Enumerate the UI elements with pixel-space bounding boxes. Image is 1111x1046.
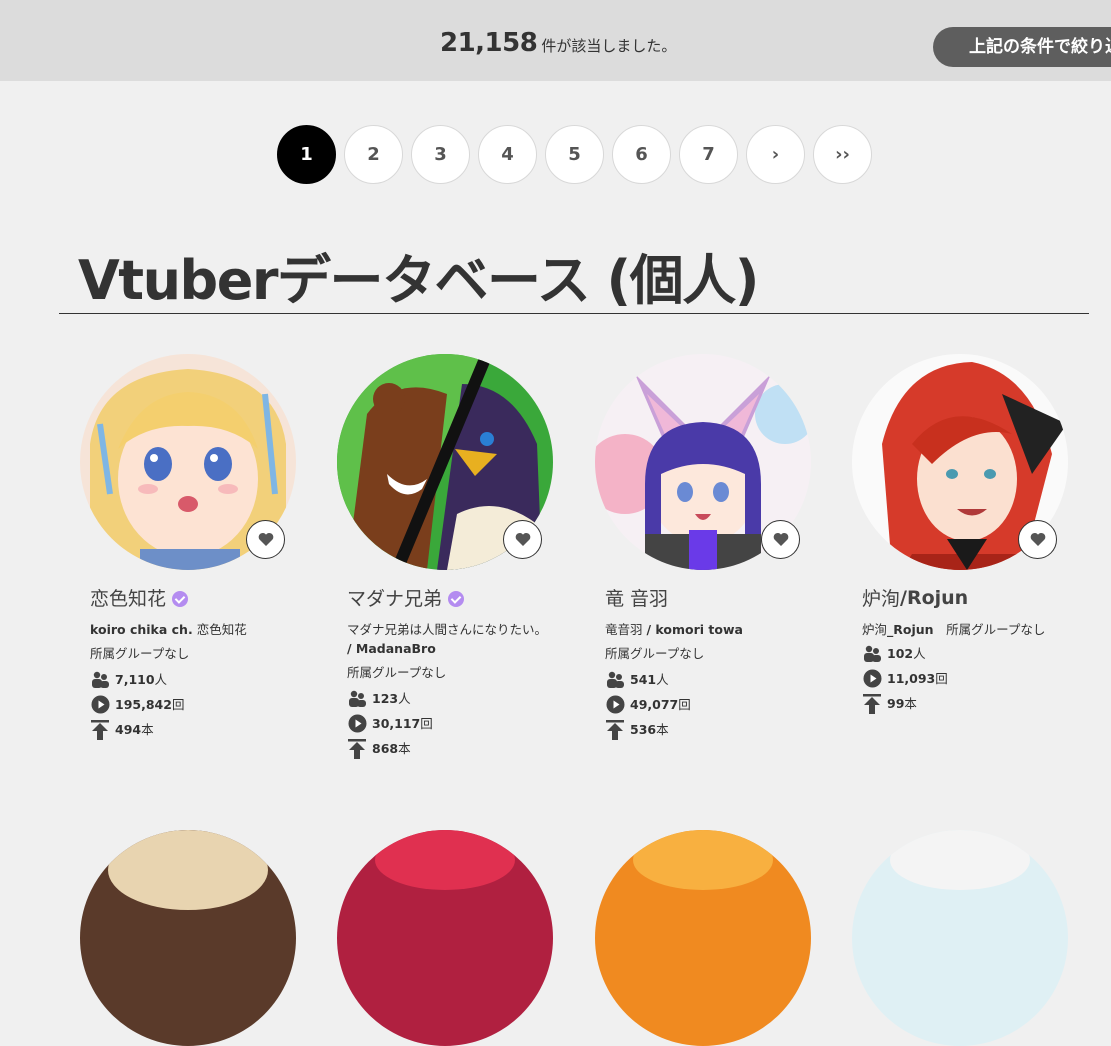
play-icon: [863, 669, 881, 688]
upload-icon: [863, 693, 881, 714]
result-suffix: 件が該当しました。: [541, 37, 677, 55]
filter-apply-button[interactable]: 上記の条件で絞り込む: [933, 27, 1111, 67]
views-stat: 195,842 回: [90, 692, 320, 717]
card-details: マダナ兄弟は人間さんになりたい。 / MadanaBro 所属グループなし 12…: [347, 620, 577, 761]
page-button-5[interactable]: 5: [545, 125, 604, 184]
page-button-6[interactable]: 6: [612, 125, 671, 184]
views-stat: 49,077 回: [605, 692, 835, 717]
people-icon: [863, 645, 881, 662]
people-icon: [348, 690, 366, 707]
last-page-button[interactable]: ››: [813, 125, 872, 184]
heart-icon: [1030, 532, 1045, 546]
heart-icon: [258, 532, 273, 546]
channel-name: koiro chika ch. 恋色知花: [90, 622, 247, 637]
videos-stat: 868 本: [347, 736, 577, 761]
page-button-1[interactable]: 1: [277, 125, 336, 184]
subscribers-stat: 7,110 人: [90, 667, 320, 692]
group-label: 所属グループなし: [605, 646, 705, 661]
page-button-2[interactable]: 2: [344, 125, 403, 184]
favorite-button[interactable]: [761, 520, 800, 559]
avatar[interactable]: [595, 830, 811, 1046]
page-button-7[interactable]: 7: [679, 125, 738, 184]
play-icon: [91, 695, 109, 714]
favorite-button[interactable]: [1018, 520, 1057, 559]
vtuber-name[interactable]: 炉洵/Rojun: [862, 584, 968, 611]
avatar[interactable]: [80, 830, 296, 1046]
next-page-button[interactable]: ›: [746, 125, 805, 184]
people-icon: [91, 671, 109, 688]
card-details: 炉洵_Rojun 所属グループなし 102 人 11,093 回 99 本: [862, 620, 1092, 716]
favorite-button[interactable]: [246, 520, 285, 559]
heart-icon: [773, 532, 788, 546]
subscribers-stat: 541 人: [605, 667, 835, 692]
vtuber-name[interactable]: マダナ兄弟: [347, 584, 465, 611]
upload-icon: [606, 719, 624, 740]
subscribers-stat: 102 人: [862, 641, 1092, 666]
card-details: 竜音羽 / komori towa 所属グループなし 541 人 49,077 回 …: [605, 620, 835, 742]
channel-name: 竜音羽 / komori towa: [605, 622, 743, 637]
views-stat: 30,117 回: [347, 711, 577, 736]
videos-stat: 494 本: [90, 717, 320, 742]
title-divider: [59, 313, 1089, 314]
play-icon: [606, 695, 624, 714]
play-icon: [348, 714, 366, 733]
subscribers-stat: 123 人: [347, 686, 577, 711]
verified-check-icon: [448, 591, 465, 607]
result-count: 21,158: [440, 28, 538, 58]
upload-icon: [348, 738, 366, 759]
group-label: 所属グループなし: [347, 665, 447, 680]
page-button-3[interactable]: 3: [411, 125, 470, 184]
favorite-button[interactable]: [503, 520, 542, 559]
heart-icon: [515, 532, 530, 546]
channel-name: マダナ兄弟は人間さんになりたい。: [347, 622, 548, 637]
group-label: 所属グループなし: [90, 646, 190, 661]
views-stat: 11,093 回: [862, 666, 1092, 691]
verified-check-icon: [172, 591, 189, 607]
card-details: koiro chika ch. 恋色知花 所属グループなし 7,110 人 195…: [90, 620, 320, 742]
result-summary: 21,158 件が該当しました。: [440, 28, 676, 58]
upload-icon: [91, 719, 109, 740]
page-title: Vtuberデータベース (個人): [78, 249, 759, 312]
videos-stat: 536 本: [605, 717, 835, 742]
result-bar: 21,158件が該当しました。 上記の条件で絞り込む: [0, 0, 1111, 81]
avatar[interactable]: [337, 830, 553, 1046]
avatar[interactable]: [852, 830, 1068, 1046]
page-button-4[interactable]: 4: [478, 125, 537, 184]
channel-name: 炉洵_Rojun 所属グループなし: [862, 622, 1046, 637]
people-icon: [606, 671, 624, 688]
channel-name-en: / MadanaBro: [347, 641, 436, 656]
pagination: 1 2 3 4 5 6 7 › ››: [277, 125, 872, 184]
vtuber-name[interactable]: 竜 音羽: [605, 584, 668, 611]
vtuber-name[interactable]: 恋色知花: [90, 584, 189, 611]
videos-stat: 99 本: [862, 691, 1092, 716]
